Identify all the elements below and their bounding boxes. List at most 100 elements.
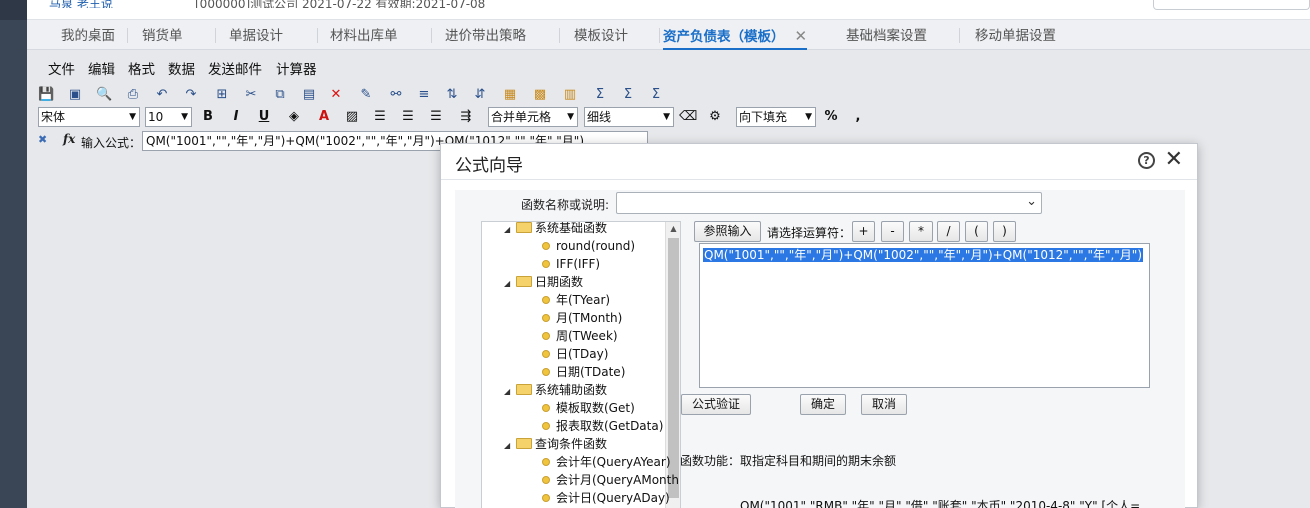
font-size-select[interactable]: 10 ▼ xyxy=(145,107,192,127)
sort-icon[interactable]: ⇵ xyxy=(472,86,488,104)
menu-file[interactable]: 文件 xyxy=(48,58,75,78)
tab-price-strategy[interactable]: 进价带出策略 xyxy=(445,20,526,50)
sort-asc-icon[interactable]: ≡ xyxy=(416,86,432,104)
paste-icon[interactable]: ▤ xyxy=(301,86,317,104)
tree-group[interactable]: ◢ 日期函数 xyxy=(504,273,583,291)
settings-icon[interactable]: ⚙ xyxy=(707,107,723,127)
save-as-icon[interactable]: ▣ xyxy=(67,86,83,104)
tree-item[interactable]: 日(TDay) xyxy=(542,345,608,363)
comma-button[interactable]: , xyxy=(850,107,866,127)
op-rparen-button[interactable]: ) xyxy=(993,221,1016,242)
function-search-select[interactable]: ⌄ xyxy=(616,192,1042,214)
verify-formula-button[interactable]: 公式验证 xyxy=(681,394,751,415)
tree-group[interactable]: ◢ 系统辅助函数 xyxy=(504,381,607,399)
menu-format[interactable]: 格式 xyxy=(128,58,155,78)
clipboard-icon[interactable]: ▥ xyxy=(562,86,578,104)
tab-material-issue[interactable]: 材料出库单 xyxy=(330,20,398,50)
reference-input-button[interactable]: 参照输入 xyxy=(694,221,761,242)
tree-item[interactable]: IFF(IFF) xyxy=(542,255,600,273)
bold-button[interactable]: B xyxy=(200,107,216,127)
wrap-text-icon[interactable]: ⇶ xyxy=(458,107,474,127)
copy-icon[interactable]: ⧉ xyxy=(272,86,288,104)
tree-item[interactable]: 月(TMonth) xyxy=(542,309,622,327)
percent-button[interactable]: % xyxy=(823,107,839,127)
lock-icon[interactable]: ▦ xyxy=(502,86,518,104)
tab-separator xyxy=(559,28,560,43)
tab-close-icon[interactable]: ✕ xyxy=(795,27,808,45)
help-icon[interactable]: ? xyxy=(1138,152,1155,169)
tree-item[interactable]: 日期(TDate) xyxy=(542,363,625,381)
tree-item[interactable]: 会计年(QueryAYear) xyxy=(542,453,671,471)
sum-row-icon[interactable]: Σ xyxy=(620,86,636,104)
op-multiply-button[interactable]: * xyxy=(909,221,933,242)
undo-icon[interactable]: ↶ xyxy=(154,86,170,104)
delete-icon[interactable]: ✕ xyxy=(328,86,344,104)
menu-edit[interactable]: 编辑 xyxy=(88,58,115,78)
underline-button[interactable]: U xyxy=(256,107,272,127)
tree-item[interactable]: 模板取数(Get) xyxy=(542,399,635,417)
tree-group[interactable]: ◢ 查询条件函数 xyxy=(504,435,607,453)
header-search-box[interactable] xyxy=(1153,0,1310,10)
menu-data[interactable]: 数据 xyxy=(168,58,195,78)
tree-group[interactable]: ◢ 系统基础函数 xyxy=(504,222,607,237)
tab-base-archive[interactable]: 基础档案设置 xyxy=(846,20,927,50)
tab-balance-sheet-label: 资产负债表（模板） xyxy=(663,29,785,45)
sort-desc-icon[interactable]: ⇅ xyxy=(444,86,460,104)
tab-sales-order[interactable]: 销货单 xyxy=(142,20,183,50)
redo-icon[interactable]: ↷ xyxy=(183,86,199,104)
tab-separator xyxy=(317,28,318,43)
op-plus-button[interactable]: + xyxy=(852,221,875,242)
sum-col-icon[interactable]: Σ xyxy=(648,86,664,104)
tree-item[interactable]: 周(TWeek) xyxy=(542,327,618,345)
op-divide-button[interactable]: / xyxy=(937,221,960,242)
grid-icon[interactable]: ⊞ xyxy=(214,86,230,104)
cancel-button[interactable]: 取消 xyxy=(861,394,907,415)
tab-mobile-bill[interactable]: 移动单据设置 xyxy=(975,20,1056,50)
unlock-icon[interactable]: ▩ xyxy=(532,86,548,104)
tree-item[interactable]: 会计月(QueryAMonth) xyxy=(542,471,680,489)
menu-send-mail[interactable]: 发送邮件 xyxy=(208,58,262,78)
chevron-down-icon: ⌄ xyxy=(1026,194,1037,209)
fx-icon[interactable]: fx xyxy=(63,132,75,146)
ok-button[interactable]: 确定 xyxy=(800,394,846,415)
formula-editor[interactable]: QM("1001","","年","月")+QM("1002","","年","… xyxy=(699,243,1150,388)
print-icon[interactable]: ⎙ xyxy=(125,86,141,104)
menu-calculator[interactable]: 计算器 xyxy=(276,58,317,78)
tree-item[interactable]: 年(TYear) xyxy=(542,291,610,309)
tab-balance-sheet[interactable]: 资产负债表（模板） ✕ xyxy=(663,20,808,50)
cut-icon[interactable]: ✂ xyxy=(243,86,259,104)
caret-icon: ◢ xyxy=(504,441,511,450)
align-right-icon[interactable]: ☰ xyxy=(428,107,444,127)
cancel-formula-icon[interactable]: ✖ xyxy=(38,133,47,146)
op-minus-button[interactable]: - xyxy=(881,221,904,242)
align-left-icon[interactable]: ☰ xyxy=(372,107,388,127)
tree-item[interactable]: 报表取数(GetData) xyxy=(542,417,663,435)
border-select[interactable]: 细线 ▼ xyxy=(584,107,674,127)
fill-color-icon[interactable]: ◈ xyxy=(286,107,302,127)
fill-select[interactable]: 向下填充 ▼ xyxy=(736,107,816,127)
find-icon[interactable]: ⚯ xyxy=(388,86,404,104)
left-nav-top xyxy=(0,0,27,20)
sum-icon[interactable]: Σ xyxy=(592,86,608,104)
tree-item-label: round(round) xyxy=(556,239,636,253)
merge-select[interactable]: 合并单元格 ▼ xyxy=(488,107,578,127)
brush-icon[interactable]: ✎ xyxy=(358,86,374,104)
scroll-up-icon[interactable]: ▲ xyxy=(666,224,680,233)
formula-editor-text[interactable]: QM("1001","","年","月")+QM("1002","","年","… xyxy=(703,248,1144,262)
font-select[interactable]: 宋体 ▼ xyxy=(38,107,140,127)
tab-template-design[interactable]: 模板设计 xyxy=(574,20,628,50)
tree-item[interactable]: 会计日(QueryADay) xyxy=(542,489,670,507)
tab-bill-design[interactable]: 单据设计 xyxy=(229,20,283,50)
font-color-icon[interactable]: A xyxy=(316,107,332,127)
op-lparen-button[interactable]: ( xyxy=(965,221,988,242)
close-icon[interactable]: ✕ xyxy=(1165,148,1183,172)
tree-item[interactable]: round(round) xyxy=(542,237,635,255)
save-icon[interactable]: 💾 xyxy=(38,86,54,104)
italic-button[interactable]: I xyxy=(228,107,244,127)
align-center-icon[interactable]: ☰ xyxy=(400,107,416,127)
tree-item-label: 模板取数(Get) xyxy=(556,401,635,415)
eraser-icon[interactable]: ⌫ xyxy=(679,107,697,127)
print-preview-icon[interactable]: 🔍 xyxy=(96,86,112,104)
border-style-icon[interactable]: ▨ xyxy=(344,107,360,127)
tab-desktop[interactable]: 我的桌面 xyxy=(61,20,115,50)
